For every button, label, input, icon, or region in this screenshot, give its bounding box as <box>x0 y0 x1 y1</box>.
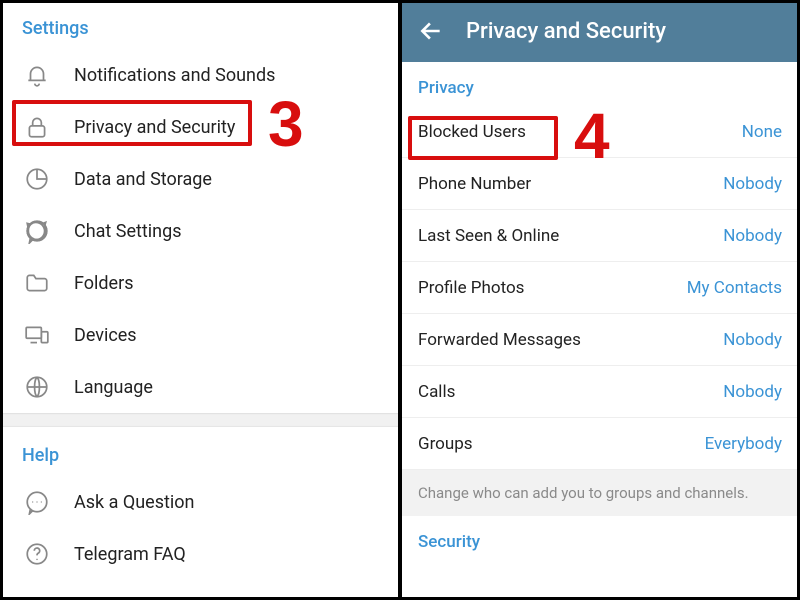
privacy-item-value: Nobody <box>723 330 782 350</box>
appbar: Privacy and Security <box>400 0 800 62</box>
privacy-item-profile-photos[interactable]: Profile Photos My Contacts <box>400 262 800 314</box>
help-item-label: Ask a Question <box>74 492 195 513</box>
pie-chart-icon <box>22 164 52 194</box>
folder-icon <box>22 268 52 298</box>
settings-item-label: Privacy and Security <box>74 117 235 138</box>
settings-section-title: Settings <box>0 0 400 49</box>
privacy-hint: Change who can add you to groups and cha… <box>400 470 800 516</box>
globe-icon <box>22 372 52 402</box>
settings-item-label: Data and Storage <box>74 169 212 190</box>
settings-item-language[interactable]: Language <box>0 361 400 413</box>
privacy-item-value: My Contacts <box>687 278 782 298</box>
privacy-section-title: Privacy <box>400 62 800 106</box>
privacy-item-groups[interactable]: Groups Everybody <box>400 418 800 470</box>
privacy-item-value: Nobody <box>723 382 782 402</box>
settings-item-label: Devices <box>74 325 137 346</box>
help-item-label: Telegram FAQ <box>74 544 186 565</box>
privacy-item-blocked-users[interactable]: Blocked Users None <box>400 106 800 158</box>
settings-item-label: Folders <box>74 273 134 294</box>
settings-item-chat[interactable]: Chat Settings <box>0 205 400 257</box>
chat-dots-icon <box>22 487 52 517</box>
privacy-item-label: Phone Number <box>418 174 531 194</box>
privacy-item-value: None <box>742 122 782 142</box>
help-item-ask[interactable]: Ask a Question <box>0 476 400 528</box>
privacy-item-last-seen[interactable]: Last Seen & Online Nobody <box>400 210 800 262</box>
settings-item-label: Language <box>74 377 153 398</box>
back-button[interactable] <box>414 14 448 48</box>
appbar-title: Privacy and Security <box>466 19 666 44</box>
pane-divider <box>398 0 402 600</box>
settings-item-devices[interactable]: Devices <box>0 309 400 361</box>
privacy-item-label: Blocked Users <box>418 122 526 142</box>
settings-item-label: Notifications and Sounds <box>74 65 275 86</box>
privacy-item-value: Nobody <box>723 226 782 246</box>
privacy-item-label: Groups <box>418 434 473 454</box>
section-divider <box>0 413 400 427</box>
privacy-item-forwarded[interactable]: Forwarded Messages Nobody <box>400 314 800 366</box>
question-circle-icon <box>22 539 52 569</box>
privacy-item-value: Nobody <box>723 174 782 194</box>
lock-icon <box>22 112 52 142</box>
settings-item-privacy[interactable]: Privacy and Security <box>0 101 400 153</box>
privacy-item-value: Everybody <box>705 434 782 454</box>
help-section-title: Help <box>0 427 400 476</box>
settings-item-folders[interactable]: Folders <box>0 257 400 309</box>
privacy-item-label: Last Seen & Online <box>418 226 559 246</box>
settings-item-label: Chat Settings <box>74 221 182 242</box>
devices-icon <box>22 320 52 350</box>
help-item-faq[interactable]: Telegram FAQ <box>0 528 400 580</box>
privacy-item-phone-number[interactable]: Phone Number Nobody <box>400 158 800 210</box>
privacy-item-label: Forwarded Messages <box>418 330 581 350</box>
chat-bubble-icon <box>22 216 52 246</box>
settings-item-notifications[interactable]: Notifications and Sounds <box>0 49 400 101</box>
bell-icon <box>22 60 52 90</box>
settings-item-data-storage[interactable]: Data and Storage <box>0 153 400 205</box>
security-section-title: Security <box>400 516 800 560</box>
privacy-item-calls[interactable]: Calls Nobody <box>400 366 800 418</box>
privacy-item-label: Profile Photos <box>418 278 524 298</box>
privacy-item-label: Calls <box>418 382 455 402</box>
